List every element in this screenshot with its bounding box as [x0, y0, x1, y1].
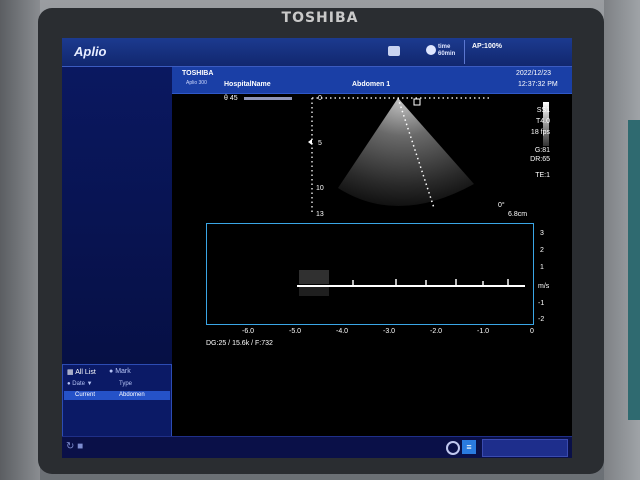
time-tick-1: -1.0 [477, 328, 490, 335]
exam-name: Abdomen 1 [352, 81, 391, 88]
focus-arrow-icon [308, 139, 312, 145]
timer-icon [426, 45, 436, 55]
row-type: Abdomen [119, 392, 145, 398]
spectrum-trace [297, 270, 525, 296]
layout-button[interactable]: ≡ [462, 440, 476, 454]
param-freq: T4.0 [535, 118, 550, 125]
depth-13: 13 [316, 211, 324, 218]
doppler-info: DG:25 / 15.6k / F:732 [206, 340, 273, 347]
divider [464, 40, 465, 64]
study-list[interactable]: ▦ All List ● Mark ● Date ▼ Type Current … [62, 364, 172, 438]
app-title: Aplio [74, 44, 107, 59]
exam-time: 12:37:32 PM [518, 81, 558, 88]
header-model: Aplio 300 [186, 80, 207, 86]
param-gain: G:81 [534, 147, 550, 154]
row-date: Current [75, 392, 96, 398]
time-tick-0: 0 [530, 328, 534, 335]
bottom-left-icons[interactable]: ↻ ■ [66, 441, 83, 452]
time-tick-4: -4.0 [336, 328, 349, 335]
time-tick-2: -2.0 [430, 328, 443, 335]
thumbnail-slots[interactable] [482, 439, 568, 457]
param-fps: 18 fps [530, 129, 550, 136]
b-mode-image [308, 97, 490, 214]
vel-unit: m/s [538, 283, 550, 290]
sector-scan [338, 98, 474, 207]
angle-bar [244, 97, 292, 100]
record-button[interactable] [446, 441, 460, 455]
layout-icon: ≡ [466, 442, 472, 452]
param-dr: DR:65 [530, 156, 550, 163]
vel-tick-1: 1 [540, 264, 544, 271]
title-bar: Aplio time 60min AP:100% [62, 38, 572, 67]
background-object [628, 120, 640, 420]
angle-correction: 0° [498, 202, 505, 209]
angle-label: θ 45 [224, 95, 238, 102]
vel-tick-m2: -2 [538, 316, 545, 323]
patient-header: TOSHIBA Aplio 300 HospitalName Abdomen 1… [172, 67, 572, 94]
monitor-left-edge [0, 0, 40, 480]
acoustic-power: AP:100% [472, 43, 502, 50]
vel-tick-3: 3 [540, 230, 544, 237]
doppler-spectrum[interactable] [206, 223, 534, 325]
mark-tab[interactable]: ● Mark [109, 368, 131, 375]
screen: Aplio time 60min AP:100% TOSHIBA Aplio 30… [62, 38, 572, 458]
depth-0: 0 [318, 95, 322, 102]
timer-label: time 60min [438, 44, 456, 57]
probe-icon[interactable] [388, 46, 400, 56]
time-tick-5: -5.0 [289, 328, 302, 335]
time-tick-6: -6.0 [242, 328, 255, 335]
depth-10: 10 [316, 185, 324, 192]
header-logo: TOSHIBA [182, 70, 214, 77]
param-probe: SS1 [536, 107, 550, 114]
column-type[interactable]: Type [119, 381, 132, 387]
exam-date: 2022/12/23 [516, 70, 552, 77]
param-te: TE:1 [535, 172, 550, 179]
brand-logo: TOSHIBA [281, 10, 359, 26]
hospital-name: HospitalName [224, 81, 271, 88]
vel-tick-2: 2 [540, 247, 544, 254]
all-list-tab[interactable]: ▦ All List [67, 368, 96, 376]
sample-depth: 6.8cm [508, 211, 528, 218]
depth-5: 5 [318, 140, 322, 147]
time-tick-3: -3.0 [383, 328, 396, 335]
vel-tick-m1: -1 [538, 300, 545, 307]
column-date[interactable]: ● Date ▼ [67, 381, 93, 387]
focus-marker[interactable] [413, 98, 421, 106]
